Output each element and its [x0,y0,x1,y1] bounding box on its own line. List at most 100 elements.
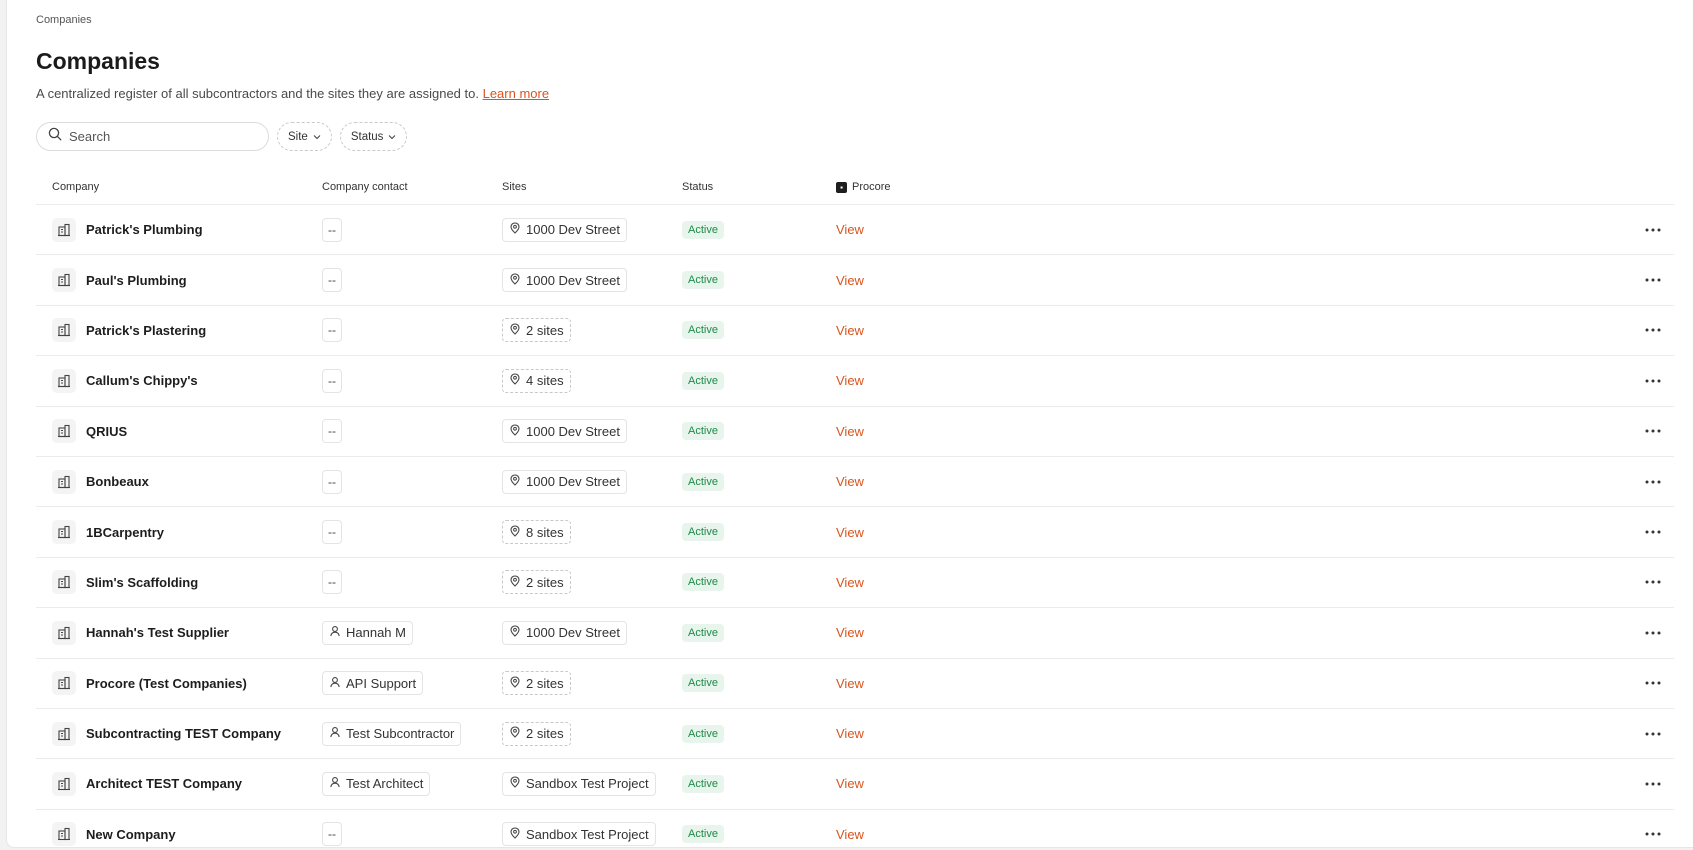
more-actions-icon[interactable] [1643,270,1663,290]
sites-chip[interactable]: Sandbox Test Project [502,822,656,847]
company-name[interactable]: Callum's Chippy's [86,373,198,388]
sites-chip[interactable]: 4 sites [502,368,571,393]
sites-chip[interactable]: 1000 Dev Street [502,217,627,242]
contact-chip[interactable]: -- [322,268,342,293]
more-actions-icon[interactable] [1643,320,1663,340]
more-actions-icon[interactable] [1643,421,1663,441]
company-name[interactable]: Hannah's Test Supplier [86,625,229,640]
table-row[interactable]: Architect TEST Company Test Architect Sa… [36,759,1674,810]
procore-view-link[interactable]: View [836,373,864,388]
sites-label: 2 sites [526,574,564,590]
location-pin-icon [509,424,521,439]
contact-chip[interactable]: Test Architect [322,771,431,796]
company-name[interactable]: Bonbeaux [86,474,149,489]
company-name[interactable]: Patrick's Plastering [86,323,206,338]
company-name[interactable]: Procore (Test Companies) [86,676,247,691]
table-row[interactable]: Callum's Chippy's -- 4 sites Active View [36,356,1674,407]
column-header-sites[interactable]: Sites [502,181,526,193]
sites-chip[interactable]: 1000 Dev Street [502,620,627,645]
table-row[interactable]: Slim's Scaffolding -- 2 sites Active Vie… [36,558,1674,609]
procore-view-link[interactable]: View [836,424,864,439]
contact-name: Test Architect [346,776,424,792]
table-row[interactable]: Patrick's Plumbing -- 1000 Dev Street Ac… [36,205,1674,256]
company-name[interactable]: Patrick's Plumbing [86,222,203,237]
more-actions-icon[interactable] [1643,673,1663,693]
column-header-status[interactable]: Status [682,181,713,193]
procore-view-link[interactable]: View [836,726,864,741]
contact-chip[interactable]: Hannah M [322,620,413,645]
more-actions-icon[interactable] [1643,220,1663,240]
column-header-contact[interactable]: Company contact [322,181,408,193]
sites-chip[interactable]: 1000 Dev Street [502,469,627,494]
breadcrumb[interactable]: Companies [36,14,92,26]
location-pin-icon [509,827,521,842]
more-actions-icon[interactable] [1643,774,1663,794]
column-header-company[interactable]: Company [52,181,99,193]
company-name[interactable]: Architect TEST Company [86,776,242,791]
company-name[interactable]: Slim's Scaffolding [86,575,198,590]
more-actions-icon[interactable] [1643,371,1663,391]
chevron-down-icon [388,131,396,143]
company-name[interactable]: Paul's Plumbing [86,273,187,288]
procore-view-link[interactable]: View [836,827,864,842]
status-filter[interactable]: Status [339,122,408,151]
sites-label: 2 sites [526,675,564,691]
procore-view-link[interactable]: View [836,323,864,338]
contact-chip[interactable]: -- [322,469,342,494]
procore-view-link[interactable]: View [836,222,864,237]
sites-chip[interactable]: 1000 Dev Street [502,419,627,444]
contact-chip[interactable]: -- [322,217,342,242]
site-filter[interactable]: Site [277,122,332,151]
procore-view-link[interactable]: View [836,776,864,791]
procore-view-link[interactable]: View [836,625,864,640]
procore-view-link[interactable]: View [836,474,864,489]
sites-chip[interactable]: 2 sites [502,671,571,696]
table-row[interactable]: Patrick's Plastering -- 2 sites Active V… [36,306,1674,357]
actions-cell [1643,572,1663,592]
contact-chip[interactable]: -- [322,318,342,343]
table-row[interactable]: Procore (Test Companies) API Support 2 s… [36,659,1674,709]
contact-chip[interactable]: -- [322,570,342,595]
procore-view-link[interactable]: View [836,575,864,590]
procore-view-link[interactable]: View [836,676,864,691]
search-input[interactable] [69,129,239,144]
procore-view-link[interactable]: View [836,273,864,288]
company-name[interactable]: QRIUS [86,424,127,439]
more-actions-icon[interactable] [1643,572,1663,592]
company-name[interactable]: Subcontracting TEST Company [86,726,281,741]
contact-chip[interactable]: API Support [322,671,424,696]
contact-name: -- [328,424,336,439]
company-name[interactable]: 1BCarpentry [86,525,164,540]
search-box[interactable] [36,122,269,151]
companies-table: Company Company contact Sites Status ▪ P… [36,170,1674,847]
contact-chip[interactable]: -- [322,419,342,444]
sites-chip[interactable]: 8 sites [502,520,571,545]
table-row[interactable]: Bonbeaux -- 1000 Dev Street Active View [36,457,1674,508]
actions-cell [1643,824,1663,844]
contact-chip[interactable]: -- [322,822,342,847]
more-actions-icon[interactable] [1643,522,1663,542]
table-row[interactable]: Subcontracting TEST Company Test Subcont… [36,709,1674,760]
more-actions-icon[interactable] [1643,824,1663,844]
sites-chip[interactable]: 2 sites [502,721,571,746]
procore-view-link[interactable]: View [836,525,864,540]
more-actions-icon[interactable] [1643,623,1663,643]
more-actions-icon[interactable] [1643,724,1663,744]
sites-chip[interactable]: Sandbox Test Project [502,771,656,796]
sites-chip[interactable]: 1000 Dev Street [502,268,627,293]
more-actions-icon[interactable] [1643,472,1663,492]
company-name[interactable]: New Company [86,827,176,842]
contact-chip[interactable]: -- [322,520,342,545]
contact-chip[interactable]: Test Subcontractor [322,721,462,746]
table-row[interactable]: New Company -- Sandbox Test Project Acti… [36,810,1674,847]
table-row[interactable]: QRIUS -- 1000 Dev Street Active View [36,407,1674,457]
table-row[interactable]: Paul's Plumbing -- 1000 Dev Street Activ… [36,255,1674,306]
sites-chip[interactable]: 2 sites [502,318,571,343]
learn-more-link[interactable]: Learn more [483,86,549,101]
sites-cell: Sandbox Test Project [502,822,656,847]
column-header-procore[interactable]: ▪ Procore [836,181,891,193]
contact-chip[interactable]: -- [322,368,342,393]
sites-chip[interactable]: 2 sites [502,570,571,595]
table-row[interactable]: 1BCarpentry -- 8 sites Active View [36,507,1674,558]
table-row[interactable]: Hannah's Test Supplier Hannah M 1000 Dev… [36,608,1674,659]
